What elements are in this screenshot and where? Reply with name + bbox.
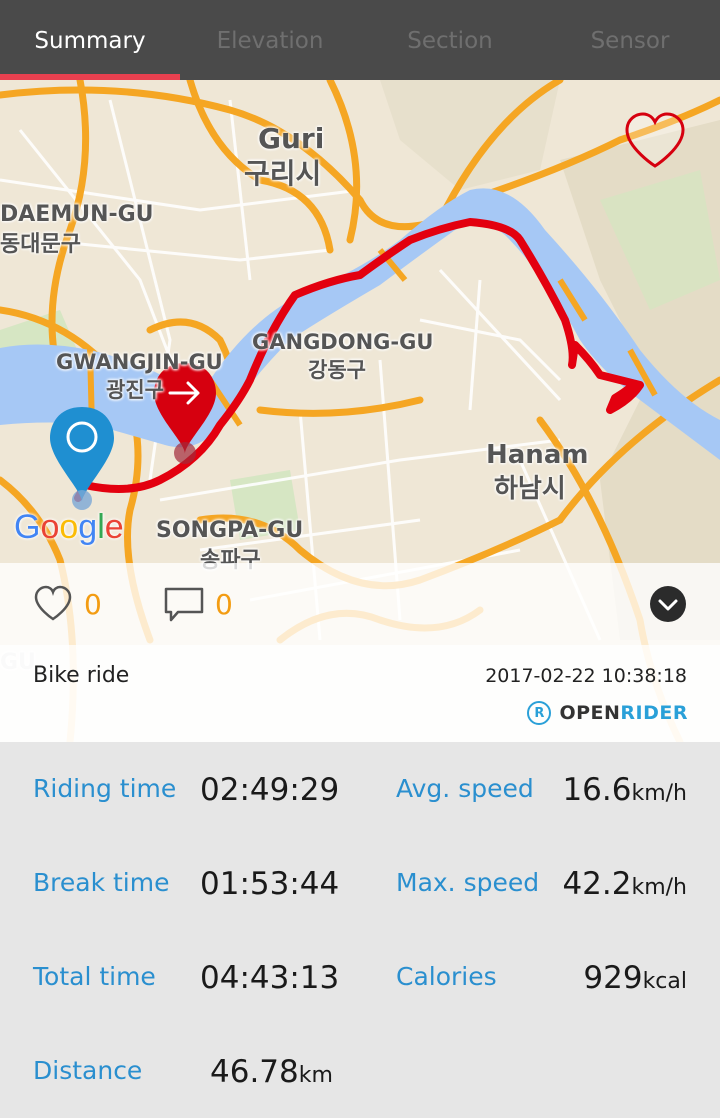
map-label-dongdaemun-ko: 동대문구 — [0, 232, 81, 257]
activity-info-bar — [0, 645, 720, 742]
calories-label: Calories — [396, 962, 497, 991]
map-label-gwangjin: GWANGJIN-GU — [56, 350, 223, 374]
map-label-gwangjin-ko: 광진구 — [106, 378, 164, 402]
expand-button[interactable] — [650, 586, 686, 622]
openrider-logo: R OPEN RIDER — [527, 700, 688, 726]
map-label-gangdong-ko: 강동구 — [308, 358, 366, 382]
calories-value: 929kcal — [583, 960, 687, 996]
avg-speed-number: 16.6 — [562, 772, 632, 808]
google-logo-letter: l — [97, 508, 105, 546]
like-count: 0 — [84, 588, 102, 621]
stats-panel: Riding time 02:49:29 Avg. speed 16.6km/h… — [0, 742, 720, 1118]
max-speed-number: 42.2 — [562, 866, 632, 902]
calories-number: 929 — [583, 960, 643, 996]
tab-elevation[interactable]: Elevation — [180, 0, 360, 80]
social-bar — [0, 563, 720, 645]
activity-datetime: 2017-02-22 10:38:18 — [485, 665, 687, 687]
riding-time-label: Riding time — [33, 774, 177, 803]
brand-rider-text: RIDER — [620, 702, 688, 724]
avg-speed-unit: km/h — [631, 781, 687, 806]
total-time-label: Total time — [33, 962, 156, 991]
google-logo-letter: g — [78, 508, 98, 546]
total-time-value: 04:43:13 — [200, 960, 340, 996]
distance-value: 46.78km — [210, 1054, 333, 1090]
google-logo-letter: G — [14, 508, 41, 546]
brand-open-text: OPEN — [559, 702, 621, 724]
map-label-dongdaemun: DAEMUN-GU — [0, 202, 154, 227]
map-label-hanam: Hanam — [486, 440, 589, 470]
tab-summary[interactable]: Summary — [0, 0, 180, 80]
google-logo: Google — [14, 508, 124, 547]
calories-unit: kcal — [642, 969, 687, 994]
break-time-label: Break time — [33, 868, 170, 897]
google-logo-letter: o — [59, 508, 79, 546]
openrider-logo-icon: R — [527, 701, 552, 725]
tab-bar: Summary Elevation Section Sensor — [0, 0, 720, 80]
comment-icon[interactable] — [163, 586, 205, 624]
avg-speed-label: Avg. speed — [396, 774, 534, 803]
max-speed-value: 42.2km/h — [562, 866, 687, 902]
activity-type: Bike ride — [33, 663, 130, 688]
start-pin-icon — [50, 407, 114, 510]
distance-unit: km — [298, 1063, 333, 1088]
avg-speed-value: 16.6km/h — [562, 772, 687, 808]
like-heart-icon[interactable] — [33, 585, 73, 623]
max-speed-label: Max. speed — [396, 868, 540, 897]
chevron-down-icon — [658, 599, 678, 611]
distance-label: Distance — [33, 1056, 143, 1085]
google-logo-letter: e — [104, 508, 124, 546]
tab-section[interactable]: Section — [360, 0, 540, 80]
comment-count: 0 — [215, 588, 233, 621]
google-logo-letter: o — [40, 508, 60, 546]
riding-time-value: 02:49:29 — [200, 772, 340, 808]
map-label-guri: Guri — [258, 122, 325, 155]
map-label-guri-ko: 구리시 — [244, 157, 322, 190]
distance-number: 46.78 — [210, 1054, 299, 1090]
map-label-songpa: SONGPA-GU — [156, 518, 304, 543]
break-time-value: 01:53:44 — [200, 866, 340, 902]
max-speed-unit: km/h — [631, 875, 687, 900]
tab-sensor[interactable]: Sensor — [540, 0, 720, 80]
map-label-hanam-ko: 하남시 — [494, 474, 566, 504]
favorite-heart-icon[interactable] — [622, 110, 688, 172]
map-label-gangdong: GANGDONG-GU — [252, 330, 434, 354]
